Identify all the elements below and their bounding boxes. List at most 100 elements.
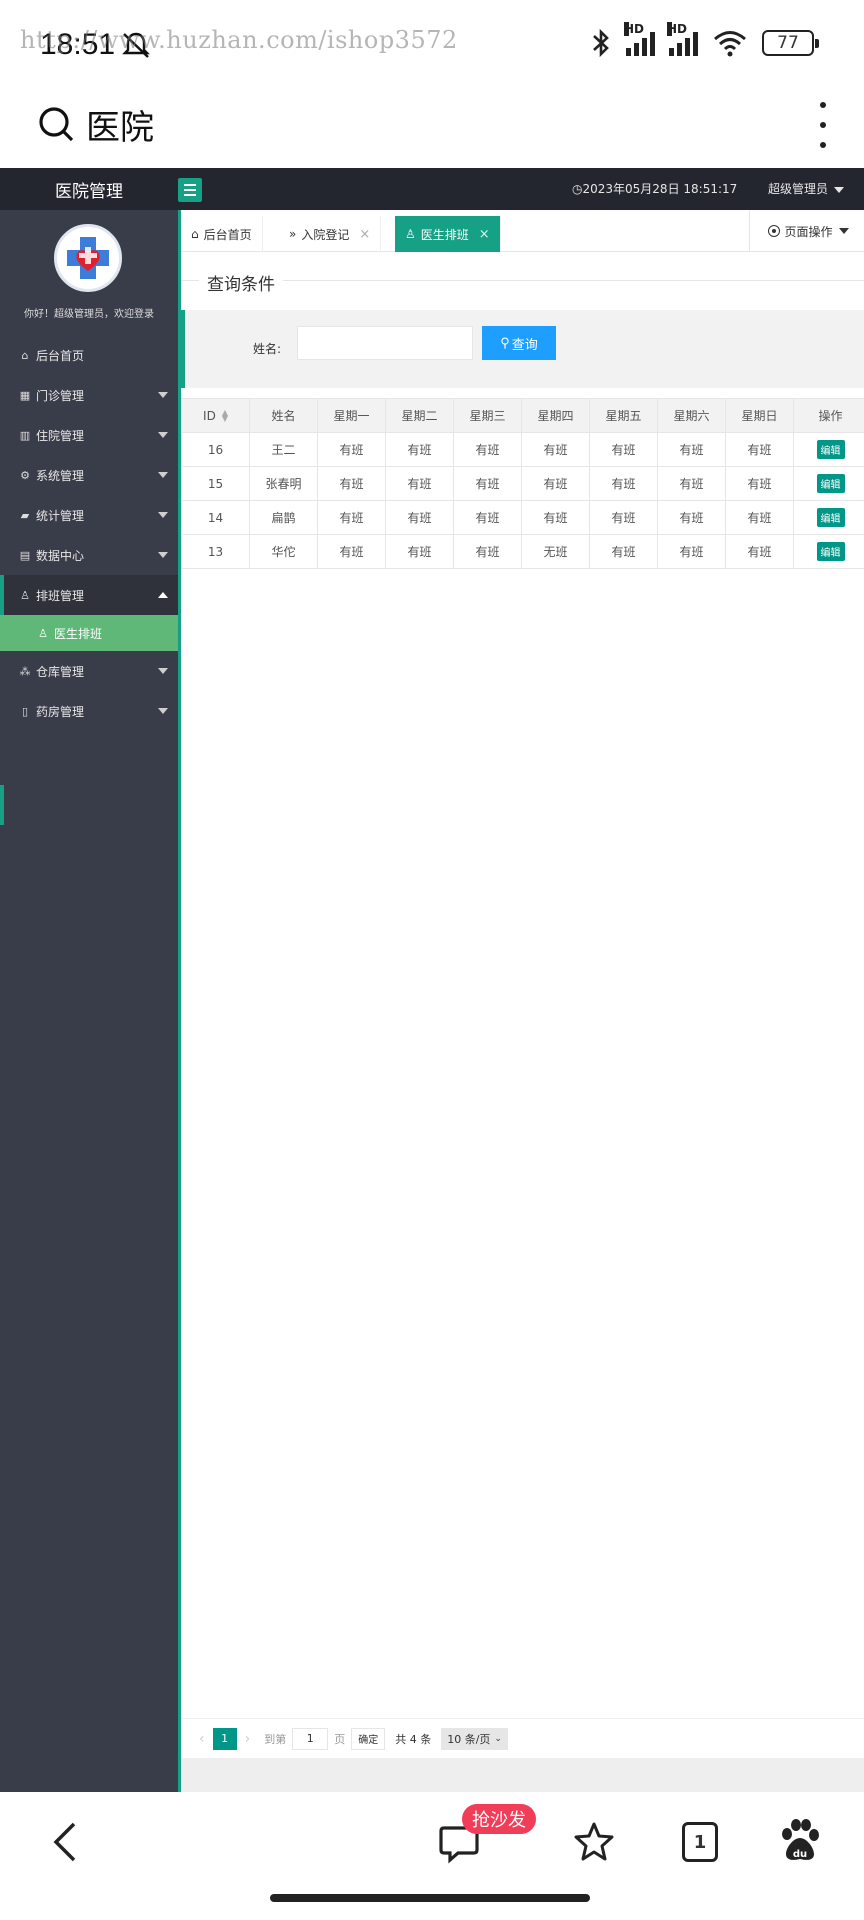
sidebar-item-pharmacy[interactable]: ▯ 药房管理 <box>0 691 178 731</box>
goto-label: 到第 <box>264 1732 287 1746</box>
back-icon[interactable] <box>48 1820 84 1864</box>
column-header: 星期一 <box>317 398 386 433</box>
app-header: 医院管理 ◷2023年05月28日 18:51:17 超级管理员 <box>0 168 864 210</box>
menu-toggle-icon[interactable] <box>178 178 202 202</box>
signal-icon: HD <box>667 22 698 56</box>
sidebar: 你好！超级管理员，欢迎登录 ⌂ 后台首页 ▦ 门诊管理 ▥ 住院管理 ⚙ 系统管… <box>0 210 178 1792</box>
tab-doctor-schedule[interactable]: ♙ 医生排班 × <box>395 216 501 252</box>
sidebar-item-label: 药房管理 <box>36 704 85 719</box>
table-cell: 有班 <box>725 500 794 535</box>
status-bar: 18:51 http://www.huzhan.com/ishop3572 HD… <box>0 0 864 80</box>
table-cell: 张春明 <box>249 466 318 501</box>
table-cell: 有班 <box>317 500 386 535</box>
query-form: 姓名: ⚲ 查询 <box>181 310 864 388</box>
edit-button[interactable]: 编辑 <box>816 542 845 561</box>
browser-title[interactable]: 医院 <box>86 100 154 149</box>
page-operations-menu[interactable]: 页面操作 <box>749 210 864 252</box>
warehouse-icon: ⁂ <box>19 664 31 678</box>
table-cell: 有班 <box>725 466 794 501</box>
name-label: 姓名: <box>253 342 282 356</box>
more-icon[interactable] <box>818 102 828 148</box>
table-row: 15 张春明 有班 有班 有班 有班 有班 有班 有班 编辑 <box>181 466 864 501</box>
circle-dot-icon <box>768 225 781 237</box>
close-icon[interactable]: × <box>359 227 370 242</box>
sidebar-item-home[interactable]: ⌂ 后台首页 <box>0 335 178 375</box>
next-page-icon[interactable]: › <box>245 1731 251 1747</box>
sidebar-item-data-center[interactable]: ▤ 数据中心 <box>0 535 178 575</box>
table-cell: 编辑 <box>793 500 864 535</box>
schedule-table: ID ▲ ▼ 姓名 星期一 星期二 星期三 星期四 星期五 星期六 星期日 操作 1… <box>181 398 864 569</box>
admin-menu[interactable]: 超级管理员 <box>768 180 844 197</box>
clock-icon: ◷ <box>572 182 583 196</box>
sidebar-item-warehouse[interactable]: ⁂ 仓库管理 <box>0 651 178 691</box>
table-cell: 有班 <box>317 466 386 501</box>
column-header: 星期四 <box>521 398 590 433</box>
chevron-down-icon <box>158 708 168 714</box>
user-icon: ♙ <box>20 588 30 602</box>
table-row: 16 王二 有班 有班 有班 有班 有班 有班 有班 编辑 <box>181 432 864 467</box>
column-header: 星期二 <box>385 398 454 433</box>
bluetooth-icon <box>593 28 609 58</box>
star-icon[interactable] <box>572 1820 616 1864</box>
table-cell: 有班 <box>589 500 658 535</box>
query-fieldset: 查询条件 <box>181 270 864 295</box>
scroll-marker <box>0 785 4 825</box>
edit-button[interactable]: 编辑 <box>816 508 845 527</box>
table-cell: 有班 <box>589 534 658 569</box>
sofa-badge[interactable]: 抢沙发 <box>462 1804 536 1834</box>
double-arrow-icon: » <box>289 227 297 241</box>
chevron-down-icon <box>158 472 168 478</box>
prev-page-icon[interactable]: ‹ <box>199 1731 205 1747</box>
table-cell: 13 <box>181 534 250 569</box>
search-button[interactable]: ⚲ 查询 <box>482 326 556 360</box>
table-cell: 扁鹊 <box>249 500 318 535</box>
sidebar-item-inpatient[interactable]: ▥ 住院管理 <box>0 415 178 455</box>
tab-bar: ⌂ 后台首页 » 入院登记 × ♙ 医生排班 × 页面操作 <box>181 210 864 252</box>
table-cell: 有班 <box>657 432 726 467</box>
sidebar-nav: ⌂ 后台首页 ▦ 门诊管理 ▥ 住院管理 ⚙ 系统管理 ▰ 统计管理 ▤ 数据中… <box>0 335 178 731</box>
table-cell: 有班 <box>657 500 726 535</box>
goto-page-input[interactable]: 1 <box>292 1727 329 1750</box>
edit-button[interactable]: 编辑 <box>816 440 845 459</box>
sidebar-item-label: 系统管理 <box>36 468 85 483</box>
sidebar-item-clinic[interactable]: ▦ 门诊管理 <box>0 375 178 415</box>
goto-confirm-button[interactable]: 确定 <box>351 1727 386 1750</box>
tab-admission[interactable]: » 入院登记 × <box>279 216 382 252</box>
sidebar-item-system[interactable]: ⚙ 系统管理 <box>0 455 178 495</box>
table-cell: 有班 <box>589 432 658 467</box>
tab-home[interactable]: ⌂ 后台首页 <box>181 216 263 252</box>
column-header-id[interactable]: ID ▲ ▼ <box>181 398 250 433</box>
column-header: 星期三 <box>453 398 522 433</box>
datetime-text: 2023年05月28日 18:51:17 <box>582 182 738 196</box>
status-icons: HD HD 77 <box>590 22 819 58</box>
page-current[interactable]: 1 <box>212 1727 237 1750</box>
watermark: http://www.huzhan.com/ishop3572 <box>20 26 458 54</box>
table-cell: 有班 <box>725 534 794 569</box>
table-row: 14 扁鹊 有班 有班 有班 有班 有班 有班 有班 编辑 <box>181 500 864 535</box>
name-input[interactable] <box>297 326 473 360</box>
chevron-down-icon <box>158 552 168 558</box>
chevron-down-icon <box>158 668 168 674</box>
page-size-select[interactable]: 10 条/页 ⌄ <box>441 1727 508 1750</box>
clinic-icon: ▦ <box>19 388 31 402</box>
sidebar-item-scheduling[interactable]: ♙ 排班管理 <box>0 575 178 615</box>
sidebar-item-statistics[interactable]: ▰ 统计管理 <box>0 495 178 535</box>
sidebar-subitem-label: 医生排班 <box>54 626 103 641</box>
edit-button[interactable]: 编辑 <box>816 474 845 493</box>
home-indicator[interactable] <box>270 1894 590 1902</box>
building-icon: ▥ <box>19 428 31 442</box>
search-icon[interactable] <box>36 104 76 144</box>
baidu-paw-icon[interactable]: du <box>778 1816 822 1864</box>
tabs-count-icon[interactable]: 1 <box>682 1822 718 1862</box>
table-cell: 有班 <box>725 432 794 467</box>
sidebar-subitem-doctor-schedule[interactable]: ♙ 医生排班 <box>0 615 178 651</box>
database-icon: ▤ <box>19 548 31 562</box>
page-operations-label: 页面操作 <box>784 224 833 239</box>
table-cell: 有班 <box>521 466 590 501</box>
sort-icon[interactable]: ▲ ▼ <box>222 409 228 423</box>
footer-bar <box>181 1758 864 1792</box>
chevron-down-icon <box>158 512 168 518</box>
browser-bottom-nav: 抢沙发 1 du <box>0 1792 864 1920</box>
close-icon[interactable]: × <box>479 227 490 242</box>
tab-label: 入院登记 <box>301 227 350 242</box>
